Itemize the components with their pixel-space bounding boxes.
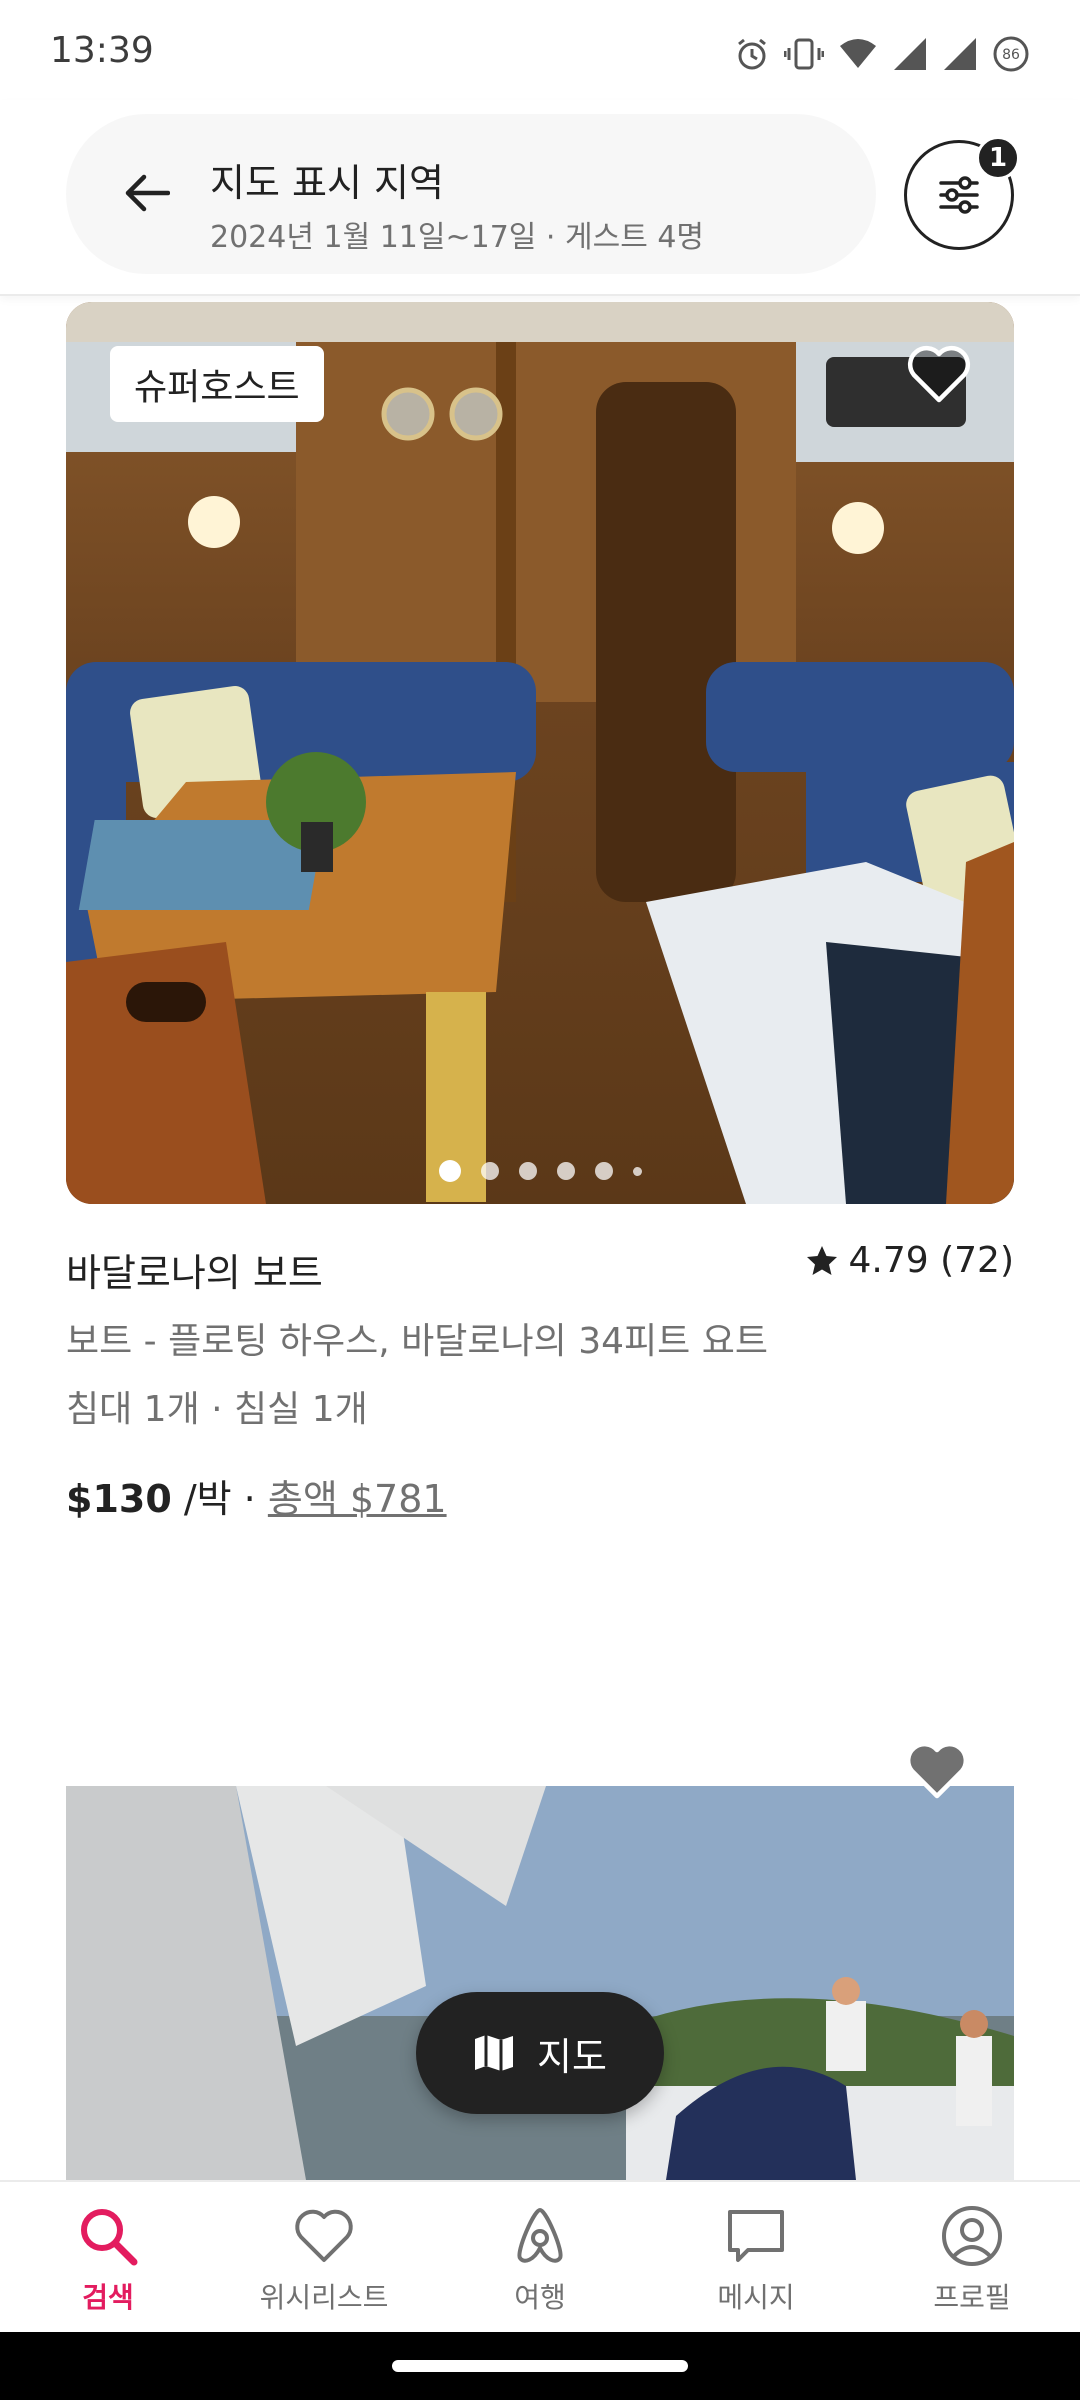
battery-icon: 86 (993, 36, 1029, 72)
nav-label-profile: 프로필 (933, 2281, 1011, 2314)
bottom-nav: 검색 위시리스트 여행 메시지 프로필 (0, 2180, 1080, 2332)
nav-item-search[interactable]: 검색 (0, 2182, 216, 2332)
pagination-dot (480, 1162, 499, 1180)
price-unit: /박 · (171, 1477, 268, 1521)
map-button-label: 지도 (537, 2034, 607, 2079)
price-line: $130 /박 · 총액 $781 (66, 1468, 447, 1523)
sailboat-image (66, 1786, 1014, 2180)
pagination-dot (438, 1160, 461, 1182)
profile-icon (942, 2206, 1002, 2266)
boat-interior-image (66, 302, 1014, 1204)
pagination-dot (632, 1166, 642, 1176)
signal-icon (894, 38, 926, 70)
status-time: 13:39 (50, 30, 154, 71)
heart-icon (295, 2209, 353, 2262)
status-bar: 13:39 86 (0, 0, 1080, 100)
arrow-left-icon (125, 174, 170, 212)
nav-item-trips[interactable]: 여행 (432, 2182, 648, 2332)
search-subtitle: 2024년 1월 11일~17일 · 게스트 4명 (210, 220, 705, 255)
system-gesture-bar (0, 2332, 1080, 2400)
nav-item-profile[interactable]: 프로필 (864, 2182, 1080, 2332)
alarm-icon (738, 38, 766, 70)
pagination-dot (594, 1162, 613, 1180)
nav-label-wishlist: 위시리스트 (259, 2281, 389, 2314)
nav-label-messages: 메시지 (717, 2281, 795, 2314)
star-icon (806, 1245, 837, 1275)
pagination-dot (518, 1162, 537, 1180)
listing-title[interactable]: 바달로나의 보트 (66, 1242, 323, 1297)
price-total-link[interactable]: 총액 $781 (268, 1468, 447, 1523)
search-title: 지도 표시 지역 (210, 161, 444, 205)
heart-icon[interactable] (904, 340, 974, 410)
wifi-icon (840, 39, 876, 68)
status-icons: 86 (734, 34, 1030, 74)
listing-photo[interactable]: 슈퍼호스트 (66, 302, 1014, 1204)
listing-beds: 침대 1개 · 침실 1개 (66, 1389, 368, 1430)
search-header: 지도 표시 지역 2024년 1월 11일~17일 · 게스트 4명 1 (0, 100, 1080, 296)
superhost-badge: 슈퍼호스트 (110, 346, 324, 422)
pagination-dot (556, 1162, 575, 1180)
nav-label-trips: 여행 (514, 2281, 566, 2314)
photo-pagination (66, 1160, 1014, 1182)
rating-text: 4.79 (72) (848, 1240, 1015, 1281)
map-button[interactable]: 지도 (416, 1992, 664, 2114)
nav-item-messages[interactable]: 메시지 (648, 2182, 864, 2332)
home-gesture-handle[interactable] (392, 2360, 688, 2372)
listing-rating: 4.79 (72) (805, 1240, 1015, 1281)
airbnb-icon (517, 2208, 563, 2263)
svg-text:86: 86 (1002, 47, 1020, 63)
message-icon (728, 2210, 784, 2262)
nav-label-search: 검색 (82, 2281, 134, 2314)
search-icon (81, 2209, 138, 2266)
vibrate-icon (784, 38, 824, 70)
price-amount: $130 (66, 1477, 172, 1521)
filter-count-badge: 1 (976, 136, 1020, 180)
signal-icon (944, 38, 976, 70)
search-bar[interactable]: 지도 표시 지역 2024년 1월 11일~17일 · 게스트 4명 (66, 114, 876, 274)
heart-icon[interactable] (902, 1736, 972, 1806)
map-icon (475, 2035, 514, 2071)
nav-item-wishlist[interactable]: 위시리스트 (216, 2182, 432, 2332)
sliders-icon (939, 176, 979, 214)
listing-photo-2[interactable] (66, 1786, 1014, 2180)
back-button[interactable] (112, 158, 182, 228)
listing-description: 보트 - 플로팅 하우스, 바달로나의 34피트 요트 (66, 1321, 768, 1362)
